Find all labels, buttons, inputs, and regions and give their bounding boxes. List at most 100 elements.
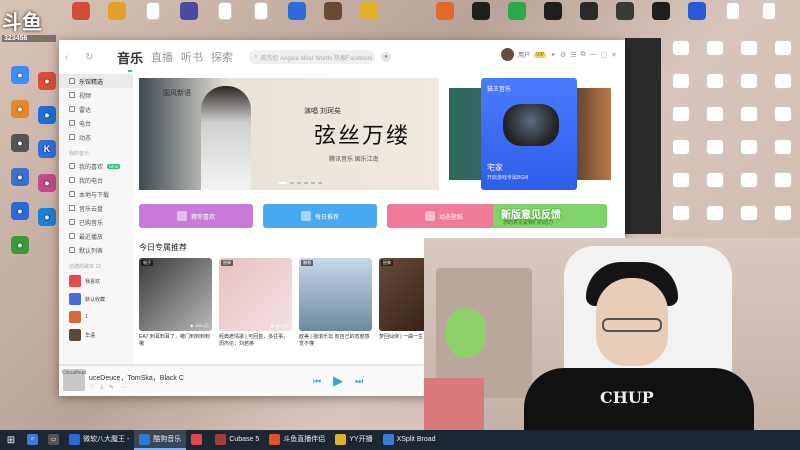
avatar[interactable] (500, 48, 514, 61)
file-icon[interactable] (732, 205, 766, 223)
search-box[interactable]: ⌕ 周杰伦 Angela Mind Words 热搜Facebook (249, 50, 376, 64)
menu-icon[interactable]: ☰ (570, 51, 576, 59)
file-icon[interactable] (664, 139, 698, 157)
file-icon[interactable] (664, 73, 698, 91)
playlist-item[interactable]: 1 (59, 308, 133, 326)
minimize-icon[interactable]: — (590, 51, 597, 59)
close-icon[interactable]: ✕ (611, 51, 617, 59)
file-icon[interactable] (766, 139, 800, 157)
tab-0[interactable]: 音乐 (117, 48, 143, 72)
sidebar-item[interactable]: 电台 (59, 116, 133, 130)
banner-dots[interactable] (279, 182, 322, 184)
background-window[interactable] (625, 38, 661, 234)
like-icon[interactable]: ♡ (89, 384, 94, 391)
file-icon[interactable] (698, 205, 732, 223)
skin-icon[interactable]: ✦ (550, 51, 556, 59)
file-icon[interactable] (664, 205, 698, 223)
back-icon[interactable]: ‹ (65, 52, 79, 63)
desktop-icon[interactable] (352, 2, 386, 22)
taskbar-app[interactable] (186, 430, 210, 450)
sidebar-item[interactable]: 雷达 (59, 102, 133, 116)
card-cover[interactable]: 经典 ▶ 311.6万 (219, 258, 292, 331)
next-icon[interactable]: ⏭ (355, 376, 363, 387)
now-playing-title[interactable]: uceDeuce，TomSka，Black C (89, 373, 184, 383)
more-icon[interactable]: ⋯ (120, 384, 126, 391)
taskbar-app[interactable]: 酷狗音乐 (134, 430, 187, 450)
sidebar-item[interactable]: 动态 (59, 130, 133, 144)
desktop-icon[interactable] (280, 2, 314, 22)
sidebar-item[interactable]: 音乐云盘 (59, 201, 133, 215)
card-title[interactable]: 欧美 | 摇滚乐坛 有自己的态度感觉不懂 (299, 334, 372, 348)
file-icon[interactable] (698, 139, 732, 157)
file-icon[interactable] (766, 172, 800, 190)
desktop-icon[interactable] (64, 2, 98, 22)
file-icon[interactable] (664, 172, 698, 190)
card-title[interactable]: EA7 刺耳刺耳了，嗷门刺到到刺嗷 (139, 334, 212, 348)
tab-1[interactable]: 直播 (151, 49, 173, 65)
recommend-card[interactable]: 翻唱欧美 | 摇滚乐坛 有自己的态度感觉不懂 (299, 258, 372, 348)
card-cover[interactable]: 翻唱 (299, 258, 372, 331)
vip-badge[interactable]: VIP (534, 51, 547, 58)
recommend-card[interactable]: 经典 ▶ 311.6万 经典老情歌 | 可回首，多往事，周杰伦，刘若英 (219, 258, 292, 348)
file-icon[interactable] (766, 106, 800, 124)
desktop-icon[interactable] (136, 2, 170, 22)
quick-action[interactable]: 动态壁纸 (387, 204, 501, 228)
sidebar-item[interactable]: 我的电台 (59, 173, 133, 187)
taskbar-app[interactable]: XSplit Broad (378, 430, 441, 450)
sidebar-item[interactable]: 本地与下载 (59, 187, 133, 201)
sidebar-item[interactable]: 我的喜欢 NEW (59, 159, 133, 173)
file-icon[interactable] (732, 73, 766, 91)
promo-card[interactable]: 猫王音乐 宅家 开启游戏专属BGM (481, 78, 577, 190)
taskbar-app[interactable]: YY开播 (330, 430, 377, 450)
sidebar-item[interactable]: 已购音乐 (59, 215, 133, 229)
desktop-icon[interactable] (208, 2, 242, 22)
sidebar-item[interactable]: 乐馆精选 (59, 74, 133, 88)
refresh-icon[interactable]: ↻ (85, 52, 99, 63)
sidebar-item[interactable]: 视频 (59, 88, 133, 102)
desktop-icon[interactable] (752, 2, 786, 22)
playlist-item[interactable]: 默认收藏 (59, 290, 133, 308)
playlist-item[interactable]: 华语 (59, 326, 133, 344)
desktop-icon[interactable] (572, 2, 606, 22)
tab-3[interactable]: 探索 (211, 49, 233, 65)
file-icon[interactable] (698, 73, 732, 91)
tab-2[interactable]: 听书 (181, 49, 203, 65)
recommend-card[interactable]: 电子 ▶ 153.4万 EA7 刺耳刺耳了，嗷门刺到到刺嗷 (139, 258, 212, 348)
start-icon[interactable]: ⊞ (0, 430, 22, 450)
file-icon[interactable] (766, 73, 800, 91)
desktop-icon[interactable] (316, 2, 350, 22)
taskbar-app[interactable]: Cubase 5 (210, 430, 264, 450)
file-icon[interactable] (698, 40, 732, 58)
card-cover[interactable]: 电子 ▶ 153.4万 (139, 258, 212, 331)
desktop-icon[interactable] (536, 2, 570, 22)
download-icon[interactable]: ⤓ (100, 384, 103, 391)
comment-icon[interactable]: ✎ (109, 384, 114, 391)
desktop-icon[interactable]: ● (3, 236, 37, 256)
search-taskbar-icon[interactable]: ⌕ (22, 430, 43, 450)
mic-icon[interactable]: ● (381, 52, 392, 62)
quick-action[interactable]: 猜你喜欢 (139, 204, 253, 228)
file-icon[interactable] (766, 205, 800, 223)
banner[interactable]: 国风新语 演唱 刘珂矣 弦丝万缕 腾讯音乐 国乐江南 (139, 78, 439, 190)
file-icon[interactable] (698, 106, 732, 124)
minimode-icon[interactable]: ⧉ (581, 51, 586, 59)
desktop-icon[interactable] (244, 2, 278, 22)
taskbar-app[interactable]: 微软八大魔王 - (64, 430, 134, 450)
desktop-icon[interactable] (680, 2, 714, 22)
file-icon[interactable] (664, 106, 698, 124)
desktop-icon[interactable] (644, 2, 678, 22)
settings-icon[interactable]: ⚙ (560, 51, 566, 59)
file-icon[interactable] (698, 172, 732, 190)
desktop-icon[interactable] (100, 2, 134, 22)
taskbar-app[interactable]: 斗鱼直播伴侣 (264, 430, 330, 450)
sidebar-item[interactable]: 最近播放 (59, 229, 133, 243)
playlist-item[interactable]: 我喜欢 (59, 272, 133, 290)
file-icon[interactable] (766, 40, 800, 58)
desktop-icon[interactable] (500, 2, 534, 22)
file-icon[interactable] (732, 172, 766, 190)
taskview-icon[interactable]: ▭ (43, 430, 64, 450)
file-icon[interactable] (732, 106, 766, 124)
file-icon[interactable] (732, 139, 766, 157)
sidebar-item[interactable]: 默认列表 (59, 243, 133, 257)
desktop-icon[interactable] (428, 2, 462, 22)
